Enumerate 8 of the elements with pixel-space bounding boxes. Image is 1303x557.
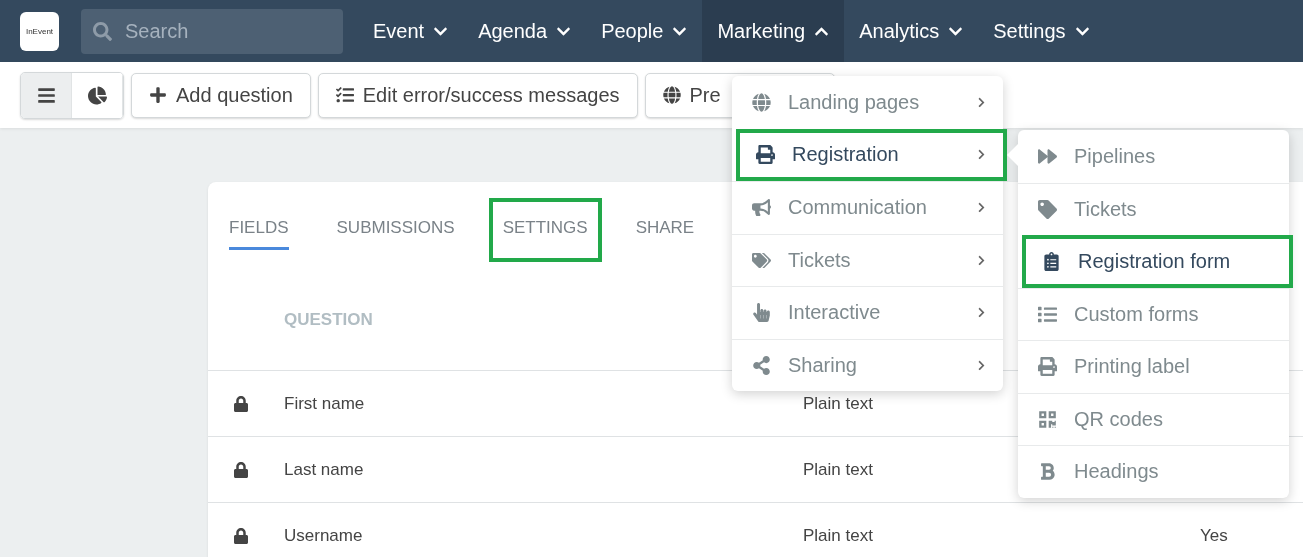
table-cell: Plain text — [803, 393, 873, 413]
column-header: QUESTION — [284, 310, 373, 330]
table-cell: Last name — [284, 459, 364, 479]
table-cell: First name — [284, 393, 365, 413]
table-cell: Yes — [1200, 525, 1228, 545]
table-cell: Plain text — [803, 459, 873, 479]
table-cell: Username — [284, 525, 363, 545]
table-cell: Plain text — [803, 525, 873, 545]
